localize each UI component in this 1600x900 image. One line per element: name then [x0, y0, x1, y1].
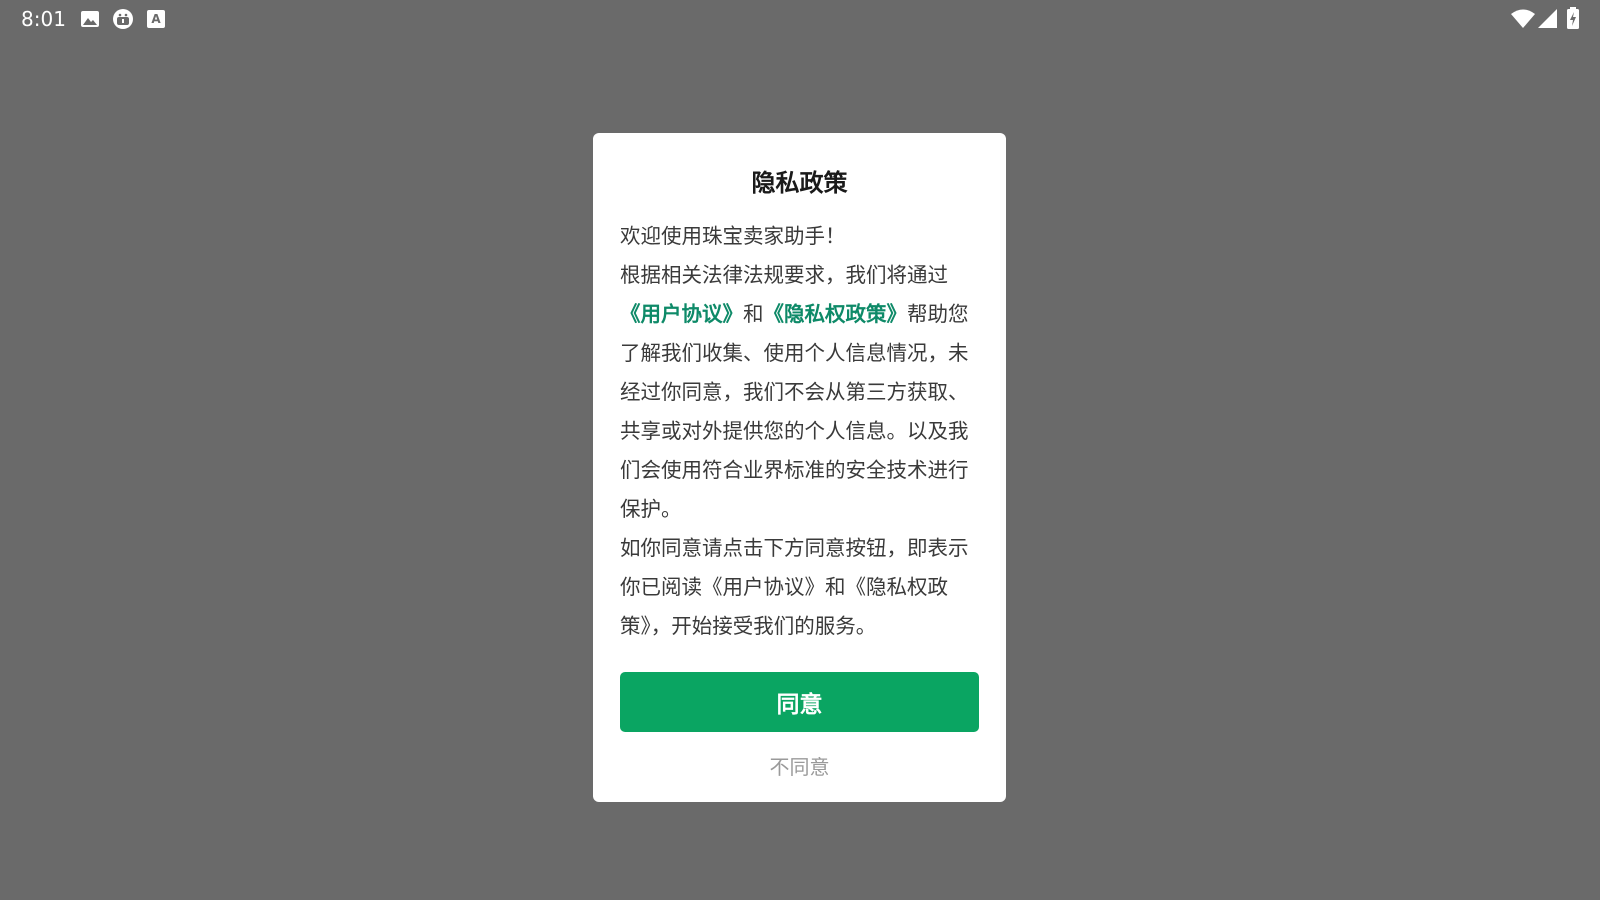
android-debug-icon [113, 9, 133, 29]
dialog-title: 隐私政策 [751, 169, 848, 197]
dialog-body: 欢迎使用珠宝卖家助手！ 根据相关法律法规要求，我们将通过《用户协议》和《隐私权政… [620, 217, 982, 646]
policy-text-suffix: 帮助您了解我们收集、使用个人信息情况，未经过你同意，我们不会从第三方获取、共享或… [620, 302, 969, 521]
keyboard-a-icon: A [147, 10, 165, 28]
privacy-policy-link[interactable]: 《隐私权政策》 [764, 302, 908, 326]
cellular-signal-icon [1538, 9, 1557, 28]
svg-text:A: A [151, 12, 161, 26]
policy-paragraph: 根据相关法律法规要求，我们将通过《用户协议》和《隐私权政策》帮助您了解我们收集、… [620, 256, 982, 529]
policy-text-prefix: 根据相关法律法规要求，我们将通过 [620, 263, 948, 287]
welcome-text: 欢迎使用珠宝卖家助手！ [620, 224, 846, 248]
image-icon [81, 11, 99, 27]
conjunction-text: 和 [743, 302, 764, 326]
user-agreement-link[interactable]: 《用户协议》 [620, 302, 743, 326]
agree-button[interactable]: 同意 [620, 672, 979, 732]
status-bar: 8:01 A [0, 0, 1600, 38]
privacy-policy-dialog: 隐私政策 欢迎使用珠宝卖家助手！ 根据相关法律法规要求，我们将通过《用户协议》和… [593, 133, 1006, 802]
status-time: 8:01 [21, 7, 66, 31]
battery-charging-icon [1567, 7, 1579, 29]
disagree-button[interactable]: 不同意 [620, 748, 979, 782]
consent-paragraph: 如你同意请点击下方同意按钮，即表示你已阅读《用户协议》和《隐私权政策》，开始接受… [620, 536, 969, 638]
wifi-icon [1511, 9, 1535, 28]
